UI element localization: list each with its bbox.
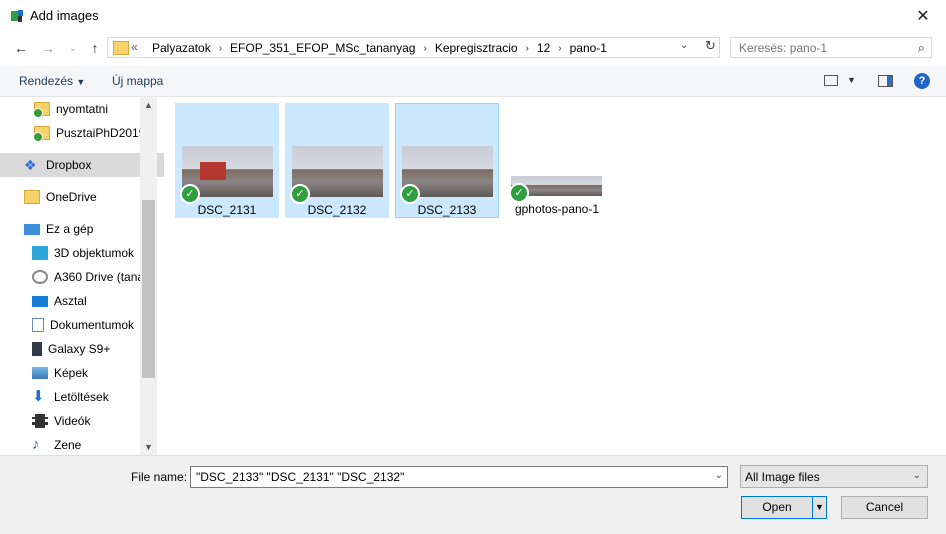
chevron-down-icon[interactable]: ⌄ <box>715 470 723 481</box>
open-button[interactable]: Open ▼ <box>741 496 827 519</box>
search-input[interactable] <box>737 40 911 56</box>
chevron-right-icon[interactable]: › <box>215 41 226 56</box>
file-tile-gphotos-pano-1[interactable]: ✓ gphotos-pano-1 <box>505 103 609 218</box>
close-icon: ✕ <box>916 7 930 25</box>
view-options-icon[interactable] <box>824 75 838 86</box>
breadcrumb: Palyazatok › EFOP_351_EFOP_MSc_tananyag › … <box>148 41 611 56</box>
back-button[interactable]: ← <box>10 38 32 58</box>
download-icon: ⬇ <box>32 388 45 405</box>
scroll-down-icon[interactable]: ▼ <box>144 442 153 452</box>
synced-check-icon: ✓ <box>290 184 310 204</box>
title-bar <box>0 0 946 31</box>
address-bar[interactable]: « Palyazatok › EFOP_351_EFOP_MSc_tananyag… <box>107 37 720 58</box>
cube-icon <box>32 246 48 260</box>
overflow-crumb[interactable]: « <box>131 40 138 54</box>
help-icon[interactable]: ? <box>914 73 930 89</box>
close-button[interactable]: ✕ <box>900 0 946 31</box>
forward-button[interactable]: → <box>37 38 59 58</box>
breadcrumb-item[interactable]: Palyazatok <box>148 41 215 56</box>
sidebar-scrollbar-thumb[interactable] <box>142 200 155 378</box>
preview-pane-icon[interactable] <box>878 75 893 87</box>
navigation-pane: nyomtatni PusztaiPhD2019 ❖ Dropbox OneDri… <box>0 97 164 455</box>
window-title: Add images <box>30 8 99 23</box>
open-dropdown-icon[interactable]: ▼ <box>812 497 826 518</box>
refresh-icon[interactable]: ↻ <box>702 38 719 57</box>
synced-check-icon: ✓ <box>180 184 200 204</box>
file-name: DSC_2133 <box>417 203 477 217</box>
chevron-right-icon[interactable]: › <box>419 41 430 56</box>
file-name: gphotos-pano-1 <box>514 202 600 216</box>
file-name-value: "DSC_2133" "DSC_2131" "DSC_2132" <box>196 470 405 484</box>
search-icon[interactable]: ⌕ <box>918 40 925 56</box>
open-button-label: Open <box>762 500 792 514</box>
synced-check-icon: ✓ <box>509 183 529 203</box>
file-tile-dsc-2131[interactable]: ✓ DSC_2131 <box>175 103 279 218</box>
chevron-down-icon: ⌄ <box>69 42 77 53</box>
view-dropdown-icon[interactable]: ▼ <box>847 75 856 85</box>
file-type-select[interactable]: All Image files ⌄ <box>740 465 928 488</box>
file-type-value: All Image files <box>745 470 820 484</box>
synced-folder-icon <box>33 126 50 142</box>
organize-button[interactable]: Rendezés ▼ <box>19 74 85 88</box>
file-tile-dsc-2133[interactable]: ✓ DSC_2133 <box>395 103 499 218</box>
document-icon <box>32 318 44 332</box>
dropbox-icon: ❖ <box>24 157 37 173</box>
breadcrumb-item[interactable]: Kepregisztracio <box>431 41 522 56</box>
recent-locations-button[interactable]: ⌄ <box>62 38 84 58</box>
music-icon: ♪ <box>32 436 40 453</box>
breadcrumb-item[interactable]: pano-1 <box>566 41 611 56</box>
new-folder-button[interactable]: Új mappa <box>112 74 163 88</box>
computer-icon <box>24 223 40 235</box>
breadcrumb-item[interactable]: EFOP_351_EFOP_MSc_tananyag <box>226 41 419 56</box>
file-tile-dsc-2132[interactable]: ✓ DSC_2132 <box>285 103 389 218</box>
pictures-icon <box>32 367 48 379</box>
dropdown-arrow-icon: ▼ <box>76 77 86 87</box>
scroll-up-icon[interactable]: ▲ <box>144 100 153 110</box>
up-button[interactable]: ↑ <box>84 38 106 58</box>
desktop-icon <box>32 295 48 307</box>
chevron-right-icon[interactable]: › <box>522 41 533 56</box>
cancel-button[interactable]: Cancel <box>841 496 928 519</box>
drive-icon <box>32 270 48 284</box>
file-name-label: File name: <box>131 470 188 484</box>
breadcrumb-item[interactable]: 12 <box>533 41 554 56</box>
chevron-down-icon: ⌄ <box>912 470 921 481</box>
arrow-left-icon: ← <box>14 40 28 56</box>
search-box: ⌕ <box>730 37 932 58</box>
file-name: DSC_2132 <box>307 203 367 217</box>
synced-folder-icon <box>33 102 50 118</box>
address-dropdown-icon[interactable]: ⌄ <box>680 40 688 51</box>
phone-icon <box>32 342 42 356</box>
arrow-up-icon: ↑ <box>91 40 99 56</box>
video-icon <box>32 414 48 428</box>
app-icon <box>9 8 25 24</box>
folder-icon <box>113 41 129 55</box>
chevron-right-icon[interactable]: › <box>554 41 565 56</box>
file-name: DSC_2131 <box>197 203 257 217</box>
folder-icon <box>24 190 40 204</box>
file-name-input[interactable]: "DSC_2133" "DSC_2131" "DSC_2132" ⌄ <box>190 466 728 488</box>
arrow-right-icon: → <box>41 40 55 56</box>
synced-check-icon: ✓ <box>400 184 420 204</box>
